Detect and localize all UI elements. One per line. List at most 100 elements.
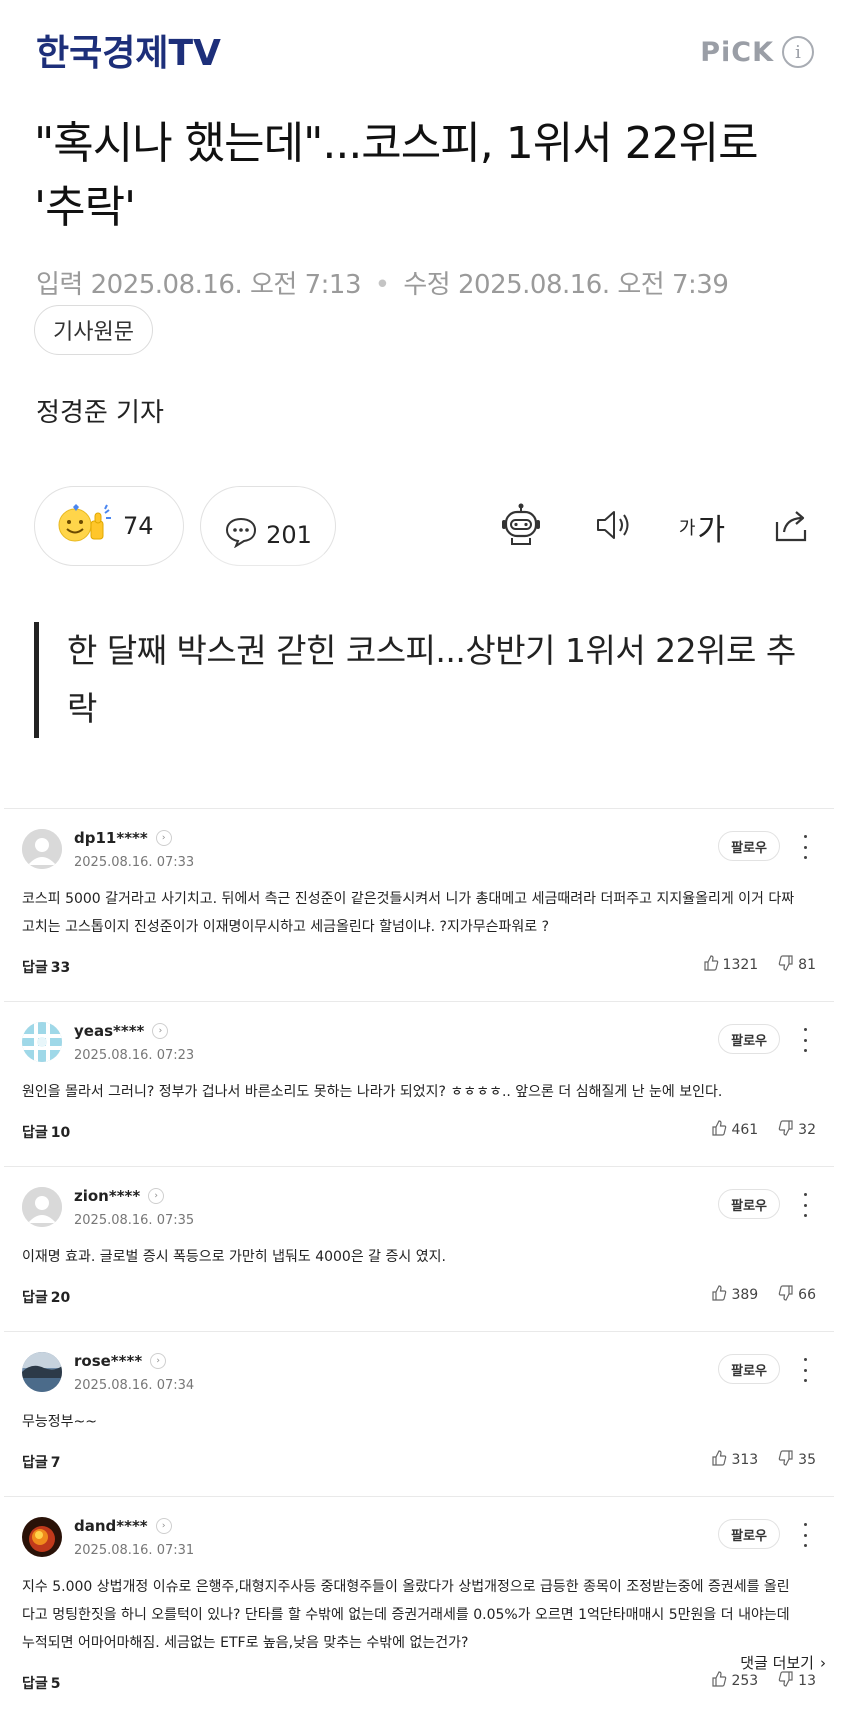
more-options-icon[interactable] xyxy=(796,1523,814,1547)
comment-username[interactable]: dand**** › xyxy=(74,1517,172,1535)
article-subheadline: 한 달째 박스권 갇힌 코스피...상반기 1위서 22위로 추락 xyxy=(34,622,814,738)
comment-username[interactable]: zion**** › xyxy=(74,1187,165,1205)
original-article-button[interactable]: 기사원문 xyxy=(34,305,153,355)
username-text: dand**** xyxy=(74,1517,148,1535)
dislike-button[interactable]: 32 xyxy=(778,1120,816,1140)
reply-button[interactable]: 답글 7 xyxy=(22,1452,61,1472)
more-options-icon[interactable] xyxy=(796,1358,814,1382)
chevron-right-icon: › xyxy=(155,1518,172,1534)
comment-body: 원인을 몰라서 그러니? 정부가 겁나서 바른소리도 못하는 나라가 되었지? … xyxy=(22,1084,723,1100)
reply-button[interactable]: 답글 20 xyxy=(22,1287,70,1307)
reply-count: 5 xyxy=(50,1676,61,1692)
comment-body: 무능정부~~ xyxy=(22,1414,97,1430)
username-text: dp11**** xyxy=(74,829,148,847)
input-label: 입력 xyxy=(36,270,83,300)
reply-label: 답글 xyxy=(22,1455,48,1471)
reply-count: 7 xyxy=(50,1455,61,1471)
chevron-right-icon: › xyxy=(155,830,172,846)
smile-thumbs-up-icon xyxy=(55,501,115,551)
share-button[interactable] xyxy=(766,502,816,552)
edit-label: 수정 xyxy=(403,270,451,300)
reply-count: 33 xyxy=(50,960,71,976)
like-count: 253 xyxy=(731,1673,759,1689)
thumbs-up-icon xyxy=(711,1450,727,1470)
like-button[interactable]: 461 xyxy=(711,1120,758,1140)
info-icon[interactable]: i xyxy=(782,36,814,68)
dislike-count: 32 xyxy=(798,1122,816,1138)
comment-count: 201 xyxy=(266,521,312,549)
thumbs-down-icon xyxy=(778,1450,794,1470)
thumbs-up-icon xyxy=(711,1285,727,1305)
article-datetime: 입력 2025.08.16. 오전 7:13 • 수정 2025.08.16. … xyxy=(36,264,729,301)
like-button[interactable]: 313 xyxy=(711,1450,758,1470)
dislike-count: 66 xyxy=(798,1287,816,1303)
more-comments-label: 댓글 더보기 xyxy=(740,1654,814,1672)
comment-time: 2025.08.16. 07:34 xyxy=(74,1378,195,1393)
like-button[interactable]: 253 xyxy=(711,1671,758,1691)
reply-button[interactable]: 답글 33 xyxy=(22,957,70,977)
follow-button[interactable]: 팔로우 xyxy=(718,1519,780,1549)
like-button[interactable]: 1321 xyxy=(703,955,758,975)
dislike-button[interactable]: 81 xyxy=(778,955,816,975)
reply-button[interactable]: 답글 5 xyxy=(22,1673,61,1693)
reaction-count: 74 xyxy=(123,512,154,540)
dislike-count: 35 xyxy=(798,1452,816,1468)
avatar[interactable] xyxy=(22,1517,62,1557)
comment-username[interactable]: yeas**** › xyxy=(74,1022,169,1040)
chevron-right-icon: › xyxy=(148,1188,165,1204)
reply-label: 답글 xyxy=(22,1125,48,1141)
dislike-button[interactable]: 66 xyxy=(778,1285,816,1305)
username-text: rose**** xyxy=(74,1352,143,1370)
comment-time: 2025.08.16. 07:31 xyxy=(74,1543,195,1558)
comment-username[interactable]: dp11**** › xyxy=(74,829,172,847)
share-icon xyxy=(771,506,811,548)
dislike-button[interactable]: 35 xyxy=(778,1450,816,1470)
follow-button[interactable]: 팔로우 xyxy=(718,1024,780,1054)
comment-time: 2025.08.16. 07:23 xyxy=(74,1048,195,1063)
dislike-button[interactable]: 13 xyxy=(778,1671,816,1691)
comment-username[interactable]: rose**** › xyxy=(74,1352,167,1370)
dislike-count: 81 xyxy=(798,957,816,973)
more-comments-link[interactable]: 댓글 더보기 › xyxy=(740,1652,826,1673)
follow-button[interactable]: 팔로우 xyxy=(718,1354,780,1384)
avatar[interactable] xyxy=(22,1022,62,1062)
article-action-bar: 74 201 가 가 xyxy=(34,486,816,566)
reply-label: 답글 xyxy=(22,1290,48,1306)
like-button[interactable]: 389 xyxy=(711,1285,758,1305)
more-options-icon[interactable] xyxy=(796,835,814,859)
masthead: 한국경제TV PiCK i xyxy=(36,30,814,78)
byline[interactable]: 정경준 기자 xyxy=(36,392,164,429)
comment-time: 2025.08.16. 07:35 xyxy=(74,1213,195,1228)
avatar[interactable] xyxy=(22,1187,62,1227)
thumbs-up-icon xyxy=(711,1120,727,1140)
comment-count-button[interactable]: 201 xyxy=(200,486,336,566)
follow-button[interactable]: 팔로우 xyxy=(718,831,780,861)
thumbs-down-icon xyxy=(778,1120,794,1140)
avatar[interactable] xyxy=(22,1352,62,1392)
read-aloud-button[interactable] xyxy=(589,502,639,552)
chevron-right-icon: › xyxy=(820,1653,826,1672)
pick-label: PiCK xyxy=(700,36,774,68)
pick-badge[interactable]: PiCK i xyxy=(700,36,814,68)
chevron-right-icon: › xyxy=(152,1023,169,1039)
summary-robot-button[interactable] xyxy=(496,502,546,552)
avatar[interactable] xyxy=(22,829,62,869)
like-count: 461 xyxy=(731,1122,759,1138)
more-options-icon[interactable] xyxy=(796,1028,814,1052)
edit-datetime: 2025.08.16. 오전 7:39 xyxy=(457,270,729,300)
font-size-button[interactable]: 가 가 xyxy=(677,502,727,552)
thumbs-up-icon xyxy=(703,955,719,975)
press-logo[interactable]: 한국경제TV xyxy=(36,30,221,78)
follow-button[interactable]: 팔로우 xyxy=(718,1189,780,1219)
separator-dot: • xyxy=(374,270,390,300)
comment-item: dand**** › 2025.08.16. 07:31 팔로우 지수 5.000… xyxy=(4,1497,834,1716)
chevron-right-icon: › xyxy=(150,1353,167,1369)
reaction-button[interactable]: 74 xyxy=(34,486,184,566)
speaker-icon xyxy=(594,507,634,547)
more-options-icon[interactable] xyxy=(796,1193,814,1217)
reply-button[interactable]: 답글 10 xyxy=(22,1122,70,1142)
reply-label: 답글 xyxy=(22,1676,48,1692)
thumbs-down-icon xyxy=(778,1285,794,1305)
font-size-large-glyph: 가 xyxy=(697,513,726,548)
comment-time: 2025.08.16. 07:33 xyxy=(74,855,195,870)
